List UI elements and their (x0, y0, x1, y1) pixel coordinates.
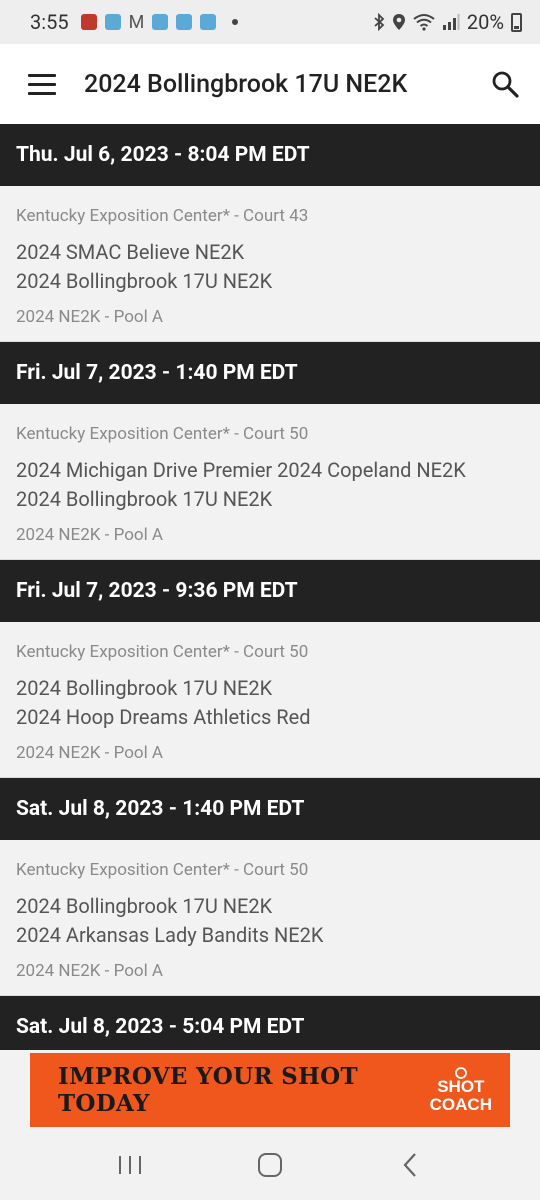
team-name: 2024 Bollingbrook 17U NE2K (16, 676, 273, 700)
game-venue: Kentucky Exposition Center* - Court 50 (16, 860, 309, 880)
battery-percent: 20% (466, 10, 504, 34)
gmail-icon: M (128, 11, 145, 33)
logo-line-1: SHOT (437, 1077, 485, 1096)
team-name: 2024 Arkansas Lady Bandits NE2K (16, 923, 324, 947)
page-title: 2024 Bollingbrook 17U NE2K (84, 69, 408, 99)
game-card[interactable]: Kentucky Exposition Center* - Court 43 2… (0, 186, 540, 342)
app-notification-icon (200, 14, 217, 30)
wifi-icon (413, 14, 435, 31)
team-name: 2024 Bollingbrook 17U NE2K (16, 487, 273, 511)
game-venue: Kentucky Exposition Center* - Court 50 (16, 424, 309, 444)
ad-text: IMPROVE YOUR SHOT TODAY (58, 1063, 358, 1117)
hamburger-menu-icon[interactable] (0, 44, 84, 124)
team-name: 2024 Bollingbrook 17U NE2K (16, 894, 273, 918)
system-nav-bar (0, 1130, 540, 1200)
game-card[interactable]: Kentucky Exposition Center* - Court 50 2… (0, 622, 540, 778)
team-name: 2024 Bollingbrook 17U NE2K (16, 269, 273, 293)
game-date-header: Sat. Jul 8, 2023 - 5:04 PM EDT (0, 996, 540, 1050)
more-notifications-dot (232, 19, 239, 25)
ad-banner[interactable]: IMPROVE YOUR SHOT TODAY SHOT COACH (30, 1053, 510, 1127)
game-venue: Kentucky Exposition Center* - Court 50 (16, 642, 309, 662)
signal-icon (442, 14, 460, 30)
game-pool: 2024 NE2K - Pool A (16, 307, 164, 327)
status-time: 3:55 (30, 10, 69, 34)
recent-apps-icon[interactable] (100, 1140, 160, 1190)
home-icon[interactable] (240, 1140, 300, 1190)
game-date-header: Sat. Jul 8, 2023 - 1:40 PM EDT (0, 778, 540, 840)
game-date-header: Thu. Jul 6, 2023 - 8:04 PM EDT (0, 124, 540, 186)
team-name: 2024 SMAC Believe NE2K (16, 240, 245, 264)
logo-line-2: COACH (429, 1095, 492, 1114)
app-notification-icon (152, 14, 169, 30)
status-bar: 3:55 M 20% (0, 0, 540, 44)
game-date-header: Fri. Jul 7, 2023 - 1:40 PM EDT (0, 342, 540, 404)
location-icon (392, 14, 405, 30)
game-pool: 2024 NE2K - Pool A (16, 743, 164, 763)
game-pool: 2024 NE2K - Pool A (16, 525, 164, 545)
ad-area: IMPROVE YOUR SHOT TODAY SHOT COACH (0, 1050, 540, 1130)
battery-icon (511, 12, 522, 32)
calendar-notification-icon (80, 14, 97, 30)
team-name: 2024 Hoop Dreams Athletics Red (16, 705, 311, 729)
schedule-list[interactable]: Thu. Jul 6, 2023 - 8:04 PM EDT Kentucky … (0, 124, 540, 1050)
game-card[interactable]: Kentucky Exposition Center* - Court 50 2… (0, 840, 540, 996)
app-bar: 2024 Bollingbrook 17U NE2K (0, 44, 540, 124)
game-date-header: Fri. Jul 7, 2023 - 9:36 PM EDT (0, 560, 540, 622)
bluetooth-icon (374, 13, 385, 31)
status-right: 20% (373, 10, 522, 34)
game-pool: 2024 NE2K - Pool A (16, 961, 164, 981)
app-notification-icon (104, 14, 121, 30)
search-icon[interactable] (470, 44, 540, 124)
team-name: 2024 Michigan Drive Premier 2024 Copelan… (16, 458, 466, 482)
back-icon[interactable] (380, 1140, 440, 1190)
game-card[interactable]: Kentucky Exposition Center* - Court 50 2… (0, 404, 540, 560)
game-venue: Kentucky Exposition Center* - Court 43 (16, 206, 309, 226)
app-notification-icon (176, 14, 193, 30)
status-left: 3:55 M (30, 10, 239, 34)
shot-coach-logo: SHOT COACH (430, 1066, 492, 1114)
